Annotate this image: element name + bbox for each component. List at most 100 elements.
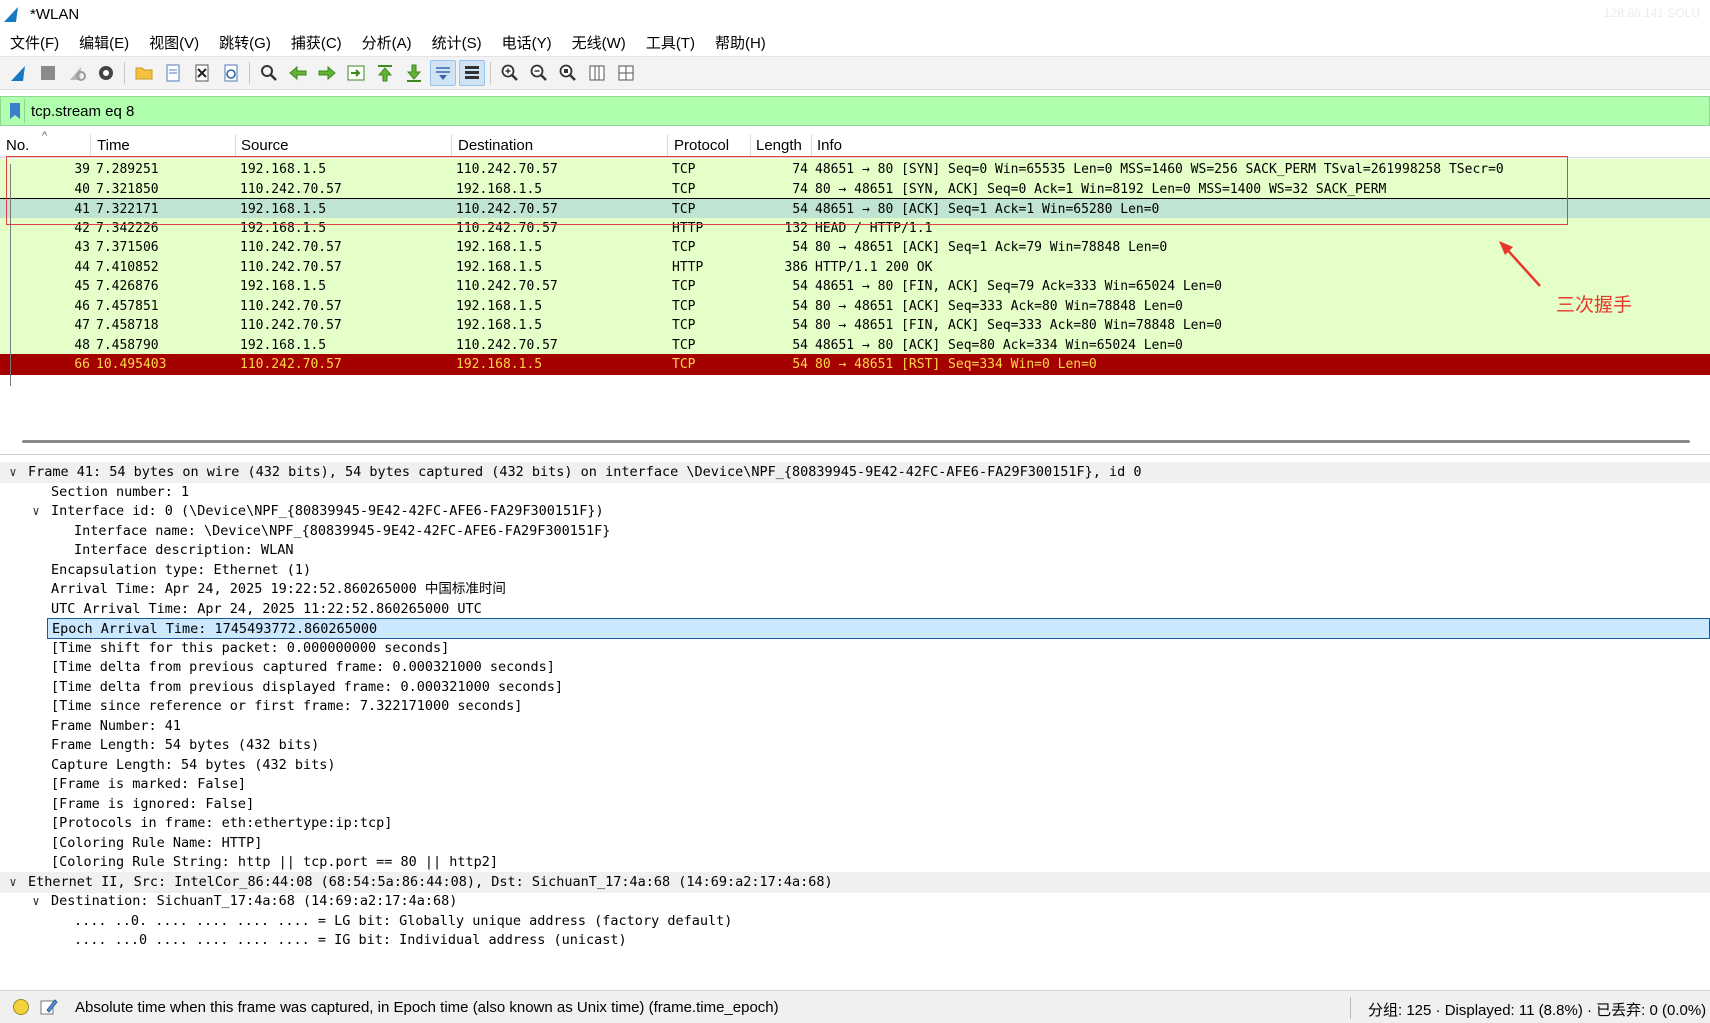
packet-row[interactable]: 40 7.321850 110.242.70.57 192.168.1.5 TCP 74 8… [0, 178, 1710, 200]
detail-section-header[interactable]: ∨ Frame 41: 54 bytes on wire (432 bits), … [0, 462, 1710, 484]
detail-section-header[interactable]: ∨ Ethernet II, Src: IntelCor_86:44:08 (68… [0, 871, 1710, 893]
reload-file-icon[interactable] [218, 60, 244, 86]
close-file-icon[interactable] [189, 60, 215, 86]
display-filter-bar[interactable]: tcp.stream eq 8 [0, 96, 1710, 126]
menu-item[interactable]: 视图(V) [149, 30, 199, 55]
expand-chevron-icon[interactable]: ∨ [6, 462, 20, 483]
packet-row[interactable]: 43 7.371506 110.242.70.57 192.168.1.5 TCP 54 8… [0, 237, 1710, 259]
capture-comment-pencil-icon[interactable] [39, 997, 59, 1017]
packet-row[interactable]: 41 7.322171 192.168.1.5 110.242.70.57 TCP 54 4… [0, 198, 1710, 220]
zoom-in-icon[interactable] [497, 60, 523, 86]
menu-item[interactable]: 跳转(G) [219, 30, 271, 55]
resize-columns-icon[interactable] [584, 60, 610, 86]
packet-cell-dst: 110.242.70.57 [456, 337, 558, 353]
detail-field-row[interactable]: Interface name: \Device\NPF_{80839945-9E… [0, 521, 1710, 542]
detail-field-row[interactable]: [Frame is ignored: False] [0, 794, 1710, 815]
menu-item[interactable]: 电话(Y) [502, 30, 552, 55]
zoom-out-icon[interactable] [526, 60, 552, 86]
packet-row[interactable]: 42 7.342226 192.168.1.5 110.242.70.57 HTTP 13… [0, 217, 1710, 239]
column-divider[interactable] [451, 134, 452, 158]
column-header-protocol[interactable]: Protocol [674, 137, 729, 157]
detail-field-row[interactable]: Arrival Time: Apr 24, 2025 19:22:52.8602… [0, 579, 1710, 600]
filter-bookmark-icon[interactable] [5, 99, 25, 123]
column-header-time[interactable]: Time [97, 137, 130, 157]
column-header-destination[interactable]: Destination [458, 137, 533, 157]
go-forward-arrow-icon[interactable] [314, 60, 340, 86]
packet-cell-time: 7.289251 [96, 162, 159, 177]
column-header-info[interactable]: Info [817, 137, 842, 157]
go-first-packet-icon[interactable] [372, 60, 398, 86]
column-divider[interactable] [90, 134, 91, 158]
packet-row[interactable]: 48 7.458790 192.168.1.5 110.242.70.57 TCP 54 4… [0, 334, 1710, 356]
packet-cell-dst: 192.168.1.5 [456, 318, 543, 333]
autoscroll-icon[interactable] [429, 60, 456, 86]
detail-field-row[interactable]: Section number: 1 [0, 482, 1710, 503]
detail-field-row[interactable]: UTC Arrival Time: Apr 24, 2025 11:22:52.… [0, 599, 1710, 620]
packet-list[interactable]: 39 7.289251 192.168.1.5 110.242.70.57 TCP 74 4… [0, 159, 1710, 395]
detail-field-row[interactable]: Capture Length: 54 bytes (432 bits) [0, 755, 1710, 776]
menu-item[interactable]: 分析(A) [362, 30, 412, 55]
column-divider[interactable] [667, 134, 668, 158]
detail-field-row[interactable]: Epoch Arrival Time: 1745493772.860265000 [47, 618, 1710, 640]
save-file-icon[interactable] [160, 60, 186, 86]
detail-field-row[interactable]: [Coloring Rule Name: HTTP] [0, 833, 1710, 854]
expand-chevron-icon[interactable]: ∨ [6, 872, 20, 893]
expert-info-led-icon[interactable] [13, 999, 29, 1015]
expand-chevron-icon[interactable]: ∨ [29, 891, 43, 912]
column-header-no[interactable]: No. [6, 137, 29, 157]
packet-cell-info: 48651 → 80 [SYN] Seq=0 Win=65535 Len=0 M… [815, 162, 1504, 177]
go-to-packet-icon[interactable] [343, 60, 369, 86]
detail-field-row[interactable]: [Coloring Rule String: http || tcp.port … [0, 852, 1710, 873]
menu-item[interactable]: 编辑(E) [79, 30, 129, 55]
menu-item[interactable]: 工具(T) [646, 30, 695, 55]
stop-square-icon[interactable] [35, 60, 61, 86]
packet-list-horizontal-scrollbar[interactable] [22, 440, 1690, 443]
go-back-arrow-icon[interactable] [285, 60, 311, 86]
packet-row[interactable]: 39 7.289251 192.168.1.5 110.242.70.57 TCP 74 4… [0, 159, 1710, 181]
detail-field-text: Encapsulation type: Ethernet (1) [51, 561, 312, 578]
expand-chevron-icon[interactable]: ∨ [29, 501, 43, 522]
packet-row[interactable]: 47 7.458718 110.242.70.57 192.168.1.5 TCP 54 8… [0, 315, 1710, 337]
detail-field-row[interactable]: Encapsulation type: Ethernet (1) [0, 560, 1710, 581]
shark-fin-start-icon[interactable] [6, 60, 32, 86]
menu-item[interactable]: 帮助(H) [715, 30, 766, 55]
detail-field-row[interactable]: [Time since reference or first frame: 7.… [0, 696, 1710, 717]
column-divider[interactable] [235, 134, 236, 158]
menu-item[interactable]: 统计(S) [432, 30, 482, 55]
display-filter-input[interactable]: tcp.stream eq 8 [31, 103, 134, 120]
detail-field-row[interactable]: .... ...0 .... .... .... .... = IG bit: … [0, 930, 1710, 951]
colorize-icon[interactable] [458, 60, 485, 86]
packet-details-tree[interactable]: ∨ Frame 41: 54 bytes on wire (432 bits), … [0, 462, 1710, 990]
find-packet-magnifier-icon[interactable] [256, 60, 282, 86]
column-divider[interactable] [750, 134, 751, 158]
capture-options-gear-icon[interactable] [93, 60, 119, 86]
detail-field-row[interactable]: [Time shift for this packet: 0.000000000… [0, 638, 1710, 659]
detail-field-text: Arrival Time: Apr 24, 2025 19:22:52.8602… [51, 581, 506, 597]
restart-shark-icon[interactable] [64, 60, 90, 86]
detail-field-row[interactable]: Frame Number: 41 [0, 716, 1710, 737]
detail-field-row[interactable]: Interface description: WLAN [0, 540, 1710, 561]
packet-row[interactable]: 66 10.495403 110.242.70.57 192.168.1.5 TCP 54… [0, 354, 1710, 376]
detail-field-row[interactable]: ∨ Destination: SichuanT_17:4a:68 (14:69:a… [0, 891, 1710, 912]
go-last-packet-icon[interactable] [401, 60, 427, 86]
zoom-normal-icon[interactable] [555, 60, 581, 86]
column-header-length[interactable]: Length [756, 137, 802, 157]
menu-item[interactable]: 文件(F) [10, 30, 59, 55]
detail-field-row[interactable]: [Frame is marked: False] [0, 774, 1710, 795]
menu-item[interactable]: 无线(W) [572, 30, 626, 55]
detail-field-row[interactable]: [Protocols in frame: eth:ethertype:ip:tc… [0, 813, 1710, 834]
packet-row[interactable]: 44 7.410852 110.242.70.57 192.168.1.5 HTTP 38… [0, 256, 1710, 278]
packet-row[interactable]: 45 7.426876 192.168.1.5 110.242.70.57 TCP 54 4… [0, 276, 1710, 298]
detail-field-row[interactable]: [Time delta from previous displayed fram… [0, 677, 1710, 698]
detail-field-row[interactable]: ∨ Interface id: 0 (\Device\NPF_{80839945-… [0, 501, 1710, 522]
detail-field-row[interactable]: Frame Length: 54 bytes (432 bits) [0, 735, 1710, 756]
packet-cell-src: 110.242.70.57 [240, 181, 342, 197]
open-folder-icon[interactable] [131, 60, 157, 86]
expand-subtrees-icon[interactable] [613, 60, 639, 86]
menu-item[interactable]: 捕获(C) [291, 30, 342, 55]
detail-field-row[interactable]: [Time delta from previous captured frame… [0, 657, 1710, 678]
packet-row[interactable]: 46 7.457851 110.242.70.57 192.168.1.5 TCP 54 8… [0, 295, 1710, 317]
column-header-source[interactable]: Source [241, 137, 289, 157]
column-divider[interactable] [811, 134, 812, 158]
detail-field-row[interactable]: .... ..0. .... .... .... .... = LG bit: … [0, 911, 1710, 932]
